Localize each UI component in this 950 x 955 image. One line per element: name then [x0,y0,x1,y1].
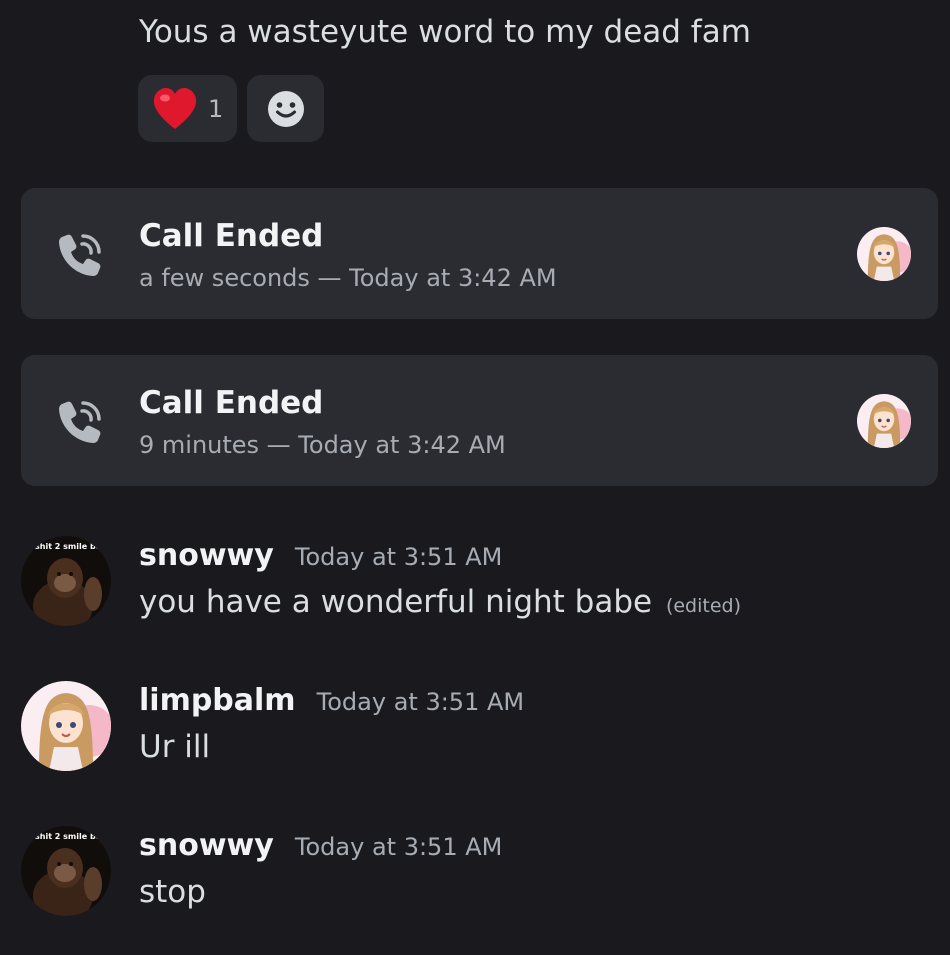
message-text: Yous a wasteyute word to my dead fam [139,14,751,50]
anime-avatar-image [857,394,911,448]
avatar-caption: shit 2 smile bo [35,542,102,551]
call-duration: a few seconds — Today at 3:42 AM [139,264,557,292]
timestamp: Today at 3:51 AM [294,543,503,571]
reaction-count: 1 [208,94,224,123]
add-reaction-button[interactable] [247,75,324,142]
avatar[interactable] [21,681,111,771]
call-title: Call Ended [139,385,324,421]
message-content: Ur ill [139,729,210,765]
participant-avatar[interactable] [857,227,911,281]
anime-avatar-image [857,227,911,281]
username[interactable]: snowwy [139,828,274,863]
anime-avatar-image [21,681,111,771]
chat-screen: Yous a wasteyute word to my dead fam 1 C… [0,0,950,955]
message-text: stop [139,874,206,910]
avatar[interactable]: shit 2 smile bo [21,826,111,916]
call-title: Call Ended [139,218,324,254]
username[interactable]: snowwy [139,538,274,573]
phone-call-icon [59,234,101,276]
avatar[interactable]: shit 2 smile bo [21,536,111,626]
call-ended-card[interactable]: Call Ended a few seconds — Today at 3:42… [21,188,938,319]
heart-emoji-icon [153,87,197,129]
message-text: you have a wonderful night babe [139,584,653,620]
heart-reaction-button[interactable]: 1 [138,75,237,142]
phone-call-icon [59,401,101,443]
edited-label: (edited) [665,595,742,617]
timestamp: Today at 3:51 AM [316,688,525,716]
message-header: limpbalm Today at 3:51 AM [139,683,524,718]
message-content: you have a wonderful night babe (edited) [139,584,741,620]
call-ended-card[interactable]: Call Ended 9 minutes — Today at 3:42 AM [21,355,938,486]
avatar-caption: shit 2 smile bo [35,832,102,841]
message-text: Ur ill [139,729,211,765]
participant-avatar[interactable] [857,394,911,448]
add-reaction-smiley-icon [267,90,304,127]
message-content: stop [139,874,206,910]
message-header: snowwy Today at 3:51 AM [139,828,502,863]
username[interactable]: limpbalm [139,683,296,718]
reaction-bar: 1 [138,75,324,142]
timestamp: Today at 3:51 AM [294,833,503,861]
call-duration: 9 minutes — Today at 3:42 AM [139,431,506,459]
message-header: snowwy Today at 3:51 AM [139,538,502,573]
